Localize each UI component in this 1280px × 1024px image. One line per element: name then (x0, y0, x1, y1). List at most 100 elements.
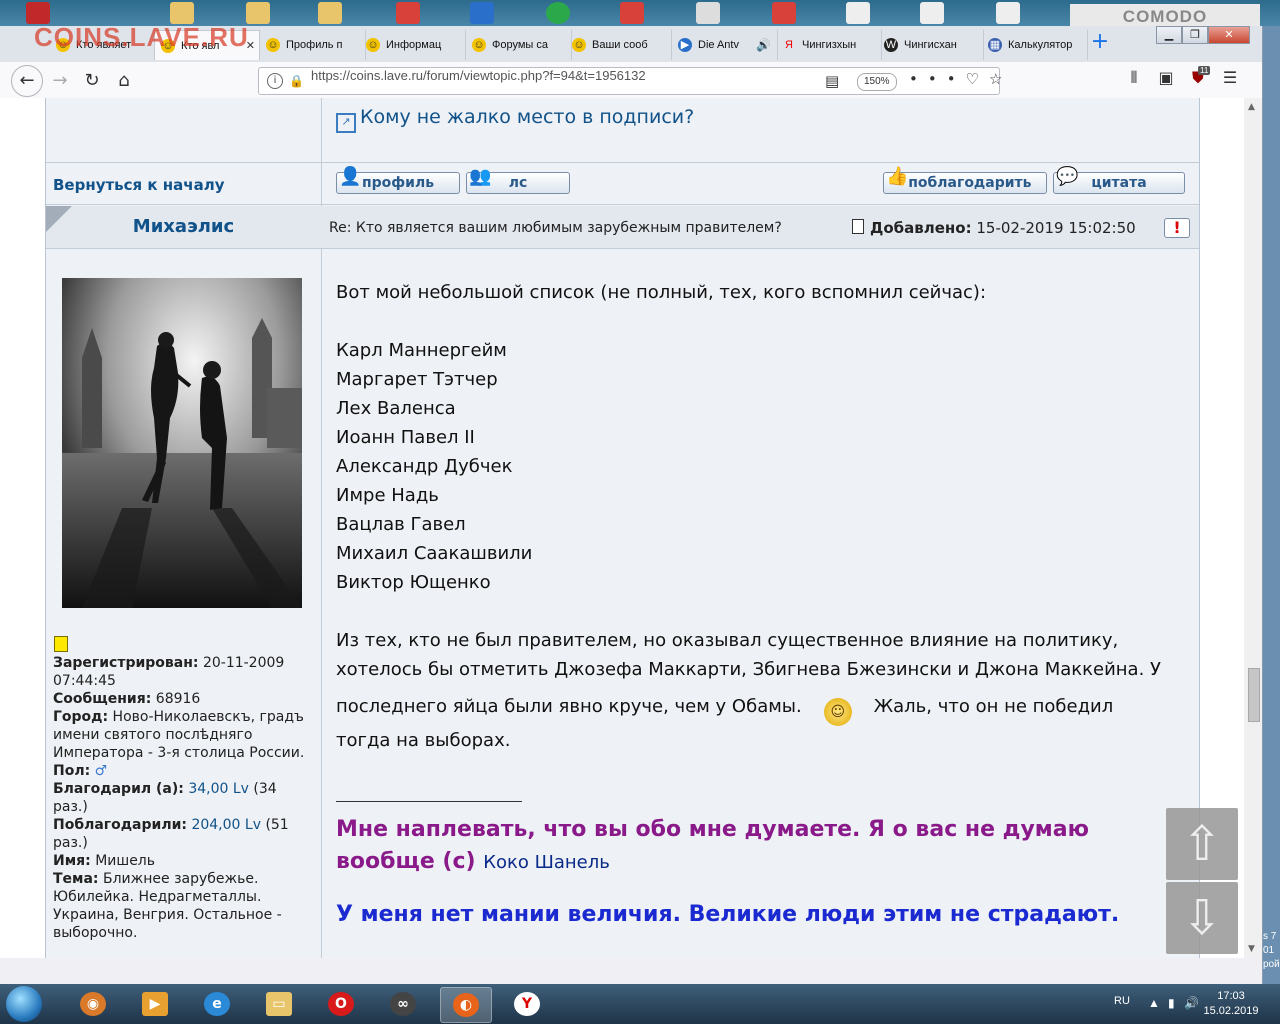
tab-label: Чингисхан (904, 39, 957, 51)
desktop-folder-icon[interactable] (170, 2, 194, 24)
scrollbar-down-icon[interactable]: ▼ (1248, 944, 1255, 954)
private-message-button[interactable]: 👥 лс (466, 167, 570, 194)
taskbar-app-explorer[interactable]: ▭ (254, 987, 304, 1021)
tab-label: Чингизхын (802, 39, 857, 51)
browser-tab[interactable]: ☺ Профиль п (260, 30, 366, 60)
browser-tab[interactable]: ▶ Die Antv 🔊 (672, 30, 778, 60)
extension-badge: 11 (1198, 66, 1211, 75)
show-hidden-icons-icon[interactable]: ▲ (1148, 996, 1160, 1010)
taskbar-app-media[interactable]: ▶ (130, 987, 180, 1021)
desktop-pdf-icon[interactable] (396, 2, 420, 24)
browser-tab[interactable]: ☺ Форумы са (466, 30, 572, 60)
menu-icon[interactable]: ☰ (1214, 68, 1246, 87)
firefox-icon: ◐ (453, 993, 479, 1017)
post-intro: Вот мой небольшой список (не полный, тех… (336, 282, 987, 303)
start-button[interactable] (6, 986, 42, 1022)
users-icon: 👥 (469, 166, 492, 187)
sidebar-icon[interactable]: ▣ (1150, 68, 1182, 87)
desktop-folder-icon[interactable] (318, 2, 342, 24)
tab-audio-icon[interactable]: 🔊 (756, 30, 771, 60)
scroll-down-arrow-icon[interactable]: ⇩ (1166, 882, 1238, 954)
desktop-folder-icon[interactable] (246, 2, 270, 24)
desktop-file-icon[interactable] (696, 2, 720, 24)
taskbar-app-eye[interactable]: ◉ (68, 987, 118, 1021)
reload-button[interactable]: ↻ (78, 68, 106, 94)
desktop-file-icon[interactable] (996, 2, 1020, 24)
window-close-button[interactable]: ✕ (1208, 26, 1250, 44)
tab-label: Ваши сооб (592, 39, 648, 51)
post-date: Добавлено: 15-02-2019 15:02:50 (852, 219, 1136, 237)
browser-tab[interactable]: ☺ Кто явл ✕ (154, 30, 260, 60)
thank-button[interactable]: 👍 поблагодарить (883, 167, 1047, 194)
profile-button[interactable]: 👤 профиль (336, 167, 460, 194)
external-link-icon: ↗ (336, 113, 356, 133)
thanked-link[interactable]: 34,00 Lv (188, 781, 249, 797)
site-info-icon[interactable]: i (267, 73, 283, 89)
post-author[interactable]: Михаэлис (46, 216, 321, 237)
folder-icon: ▭ (266, 992, 292, 1016)
desktop-app-icon[interactable] (546, 2, 570, 24)
list-item: Иоанн Павел II (336, 427, 475, 448)
thumbs-up-icon: 👍 (886, 166, 909, 187)
pocket-icon[interactable]: ♡ (966, 70, 989, 88)
browser-tab[interactable]: ☺ Кто являет (50, 30, 156, 60)
bookmark-star-icon[interactable]: ☆ (989, 70, 1012, 88)
media-player-icon: ▶ (142, 992, 168, 1016)
browser-tab[interactable]: ☺ Ваши сооб (566, 30, 672, 60)
row-divider (46, 162, 1199, 163)
desktop-file-icon[interactable] (920, 2, 944, 24)
desktop-pdf-icon[interactable] (772, 2, 796, 24)
taskbar-app-firefox[interactable]: ◐ (440, 987, 492, 1023)
zoom-level-badge[interactable]: 150% (857, 73, 897, 91)
navigation-bar: ← → ↻ ⌂ i 🔒 https://coins.lave.ru/forum/… (0, 62, 1262, 100)
browser-tab[interactable]: ▦ Калькулятор (982, 30, 1088, 60)
url-bar[interactable]: i 🔒 https://coins.lave.ru/forum/viewtopi… (258, 67, 1002, 95)
taskbar-app-yandex[interactable]: Y (502, 987, 552, 1021)
new-tab-button[interactable]: + (1088, 30, 1112, 56)
scrollbar-up-icon[interactable]: ▲ (1248, 102, 1255, 112)
close-tab-icon[interactable]: ✕ (246, 31, 255, 60)
user-avatar[interactable] (62, 278, 302, 608)
desktop-file-icon[interactable] (846, 2, 870, 24)
post-link-icon[interactable] (852, 219, 864, 234)
library-icon[interactable]: ⫴ (1118, 68, 1150, 88)
post-title[interactable]: Re: Кто является вашим любимым зарубежны… (329, 220, 782, 236)
network-icon[interactable]: ▮ (1168, 996, 1175, 1010)
scroll-up-arrow-icon[interactable]: ⇧ (1166, 808, 1238, 880)
tab-label: Форумы са (492, 39, 548, 51)
desktop-browser-icon[interactable] (470, 2, 494, 24)
signature-link[interactable]: ↗ Кому не жалко место в подписи? (336, 106, 694, 133)
quote-bubble-icon: 💬 (1056, 166, 1079, 187)
browser-tab[interactable]: Я Чингизхын (776, 30, 882, 60)
forward-button[interactable]: → (46, 68, 74, 94)
page-scrollbar[interactable]: ▲ ▼ (1244, 98, 1262, 958)
back-to-top-link[interactable]: Вернуться к началу (53, 176, 224, 194)
maximize-button[interactable]: ❐ (1182, 26, 1208, 44)
thanked-by-link[interactable]: 204,00 Lv (191, 817, 261, 833)
desktop-app-icon[interactable] (26, 2, 50, 24)
taskbar-app-opera[interactable]: O (316, 987, 366, 1021)
home-button[interactable]: ⌂ (110, 68, 138, 94)
back-button[interactable]: ← (11, 65, 43, 97)
male-icon: ♂ (94, 763, 108, 779)
desktop-pdf-icon[interactable] (620, 2, 644, 24)
quote-button[interactable]: 💬 цитата (1053, 167, 1185, 194)
taskbar-app-ie[interactable]: e (192, 987, 242, 1021)
taskbar-clock[interactable]: 17:03 15.02.2019 (1196, 989, 1266, 1019)
browser-tab[interactable]: ☺ Информац (360, 30, 466, 60)
internet-explorer-icon: e (204, 992, 230, 1016)
list-item: Лех Валенса (336, 398, 456, 419)
more-actions-icon[interactable]: ••• (909, 70, 966, 88)
report-button[interactable]: ! (1164, 218, 1190, 238)
tab-label: Калькулятор (1008, 39, 1073, 51)
profile-registered: Зарегистрирован: 20-11-2009 07:44:45 (53, 655, 285, 689)
taskbar-app-cyberlink[interactable]: ∞ (378, 987, 428, 1021)
url-text[interactable]: https://coins.lave.ru/forum/viewtopic.ph… (311, 68, 646, 83)
language-indicator[interactable]: RU (1114, 995, 1130, 1007)
profile-gender: Пол: ♂ (53, 763, 108, 779)
reader-view-icon[interactable]: ▤ (825, 72, 839, 90)
profile-city: Город: Ново-Николаевскъ, градъ имени свя… (53, 709, 305, 761)
browser-tab[interactable]: W Чингисхан (878, 30, 984, 60)
scrollbar-thumb[interactable] (1248, 668, 1260, 722)
minimize-button[interactable]: ▁ (1156, 26, 1182, 44)
